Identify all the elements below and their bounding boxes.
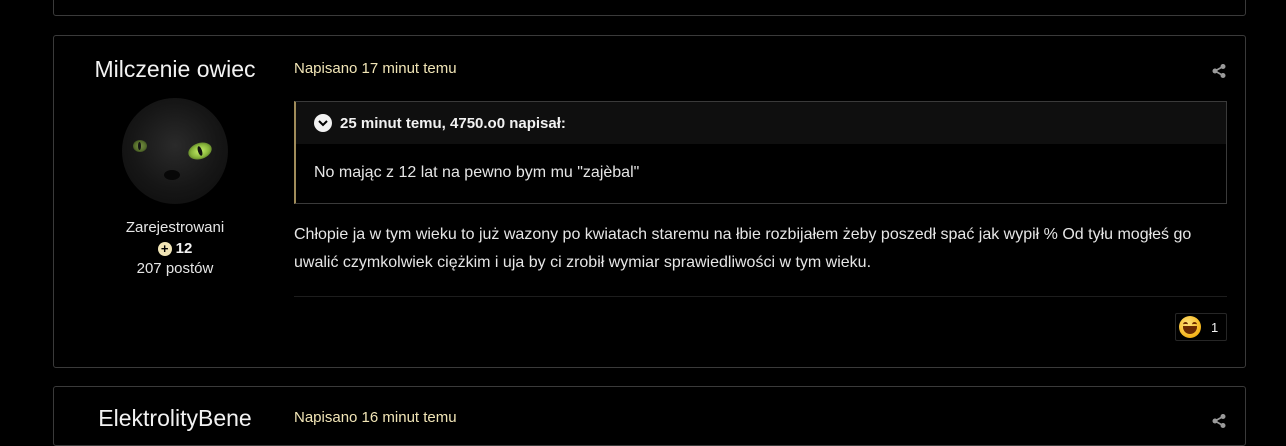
reaction-summary[interactable]: 1: [1175, 313, 1227, 341]
member-group: Zarejestrowani: [125, 219, 225, 236]
post-content: Napisano 17 minut temu 25 minut temu, 47…: [294, 36, 1227, 341]
post-date[interactable]: Napisano 17 minut temu: [294, 60, 1227, 77]
divider: [294, 296, 1227, 297]
author-panel: Milczenie owiec Zarejestrowani + 12 207 …: [54, 36, 296, 277]
cat-nose: [164, 170, 180, 180]
quote-block: 25 minut temu, 4750.o0 napisał: No mając…: [294, 101, 1227, 204]
previous-post: [53, 0, 1246, 16]
post-content: Napisano 16 minut temu: [294, 387, 1227, 429]
author-name[interactable]: Milczenie owiec: [54, 56, 296, 82]
chevron-down-icon[interactable]: [314, 114, 332, 132]
cat-eye-left: [133, 140, 147, 152]
next-post: ElektrolityBene Napisano 16 minut temu: [53, 386, 1246, 446]
post-body: Chłopie ja w tym wieku to już wazony po …: [294, 226, 1192, 271]
reputation: + 12: [54, 240, 296, 257]
quote-header[interactable]: 25 minut temu, 4750.o0 napisał:: [296, 102, 1226, 144]
forum-post: Milczenie owiec Zarejestrowani + 12 207 …: [53, 35, 1246, 368]
cat-eye-right: [186, 139, 214, 163]
plus-circle-icon: +: [157, 241, 172, 256]
author-name[interactable]: ElektrolityBene: [54, 405, 296, 431]
share-icon[interactable]: [1211, 63, 1227, 79]
quote-citation: 25 minut temu, 4750.o0 napisał:: [340, 114, 566, 132]
reaction-count: 1: [1211, 319, 1219, 335]
post-count: 207 postów: [136, 260, 214, 277]
laugh-emoji-icon: [1179, 316, 1201, 338]
post-date[interactable]: Napisano 16 minut temu: [294, 409, 1227, 426]
quote-text: No mając z 12 lat na pewno bym mu "zajèb…: [314, 164, 640, 181]
reputation-value: 12: [175, 240, 193, 257]
share-icon[interactable]: [1211, 413, 1227, 429]
avatar[interactable]: [122, 98, 228, 204]
author-panel: ElektrolityBene: [54, 387, 296, 431]
